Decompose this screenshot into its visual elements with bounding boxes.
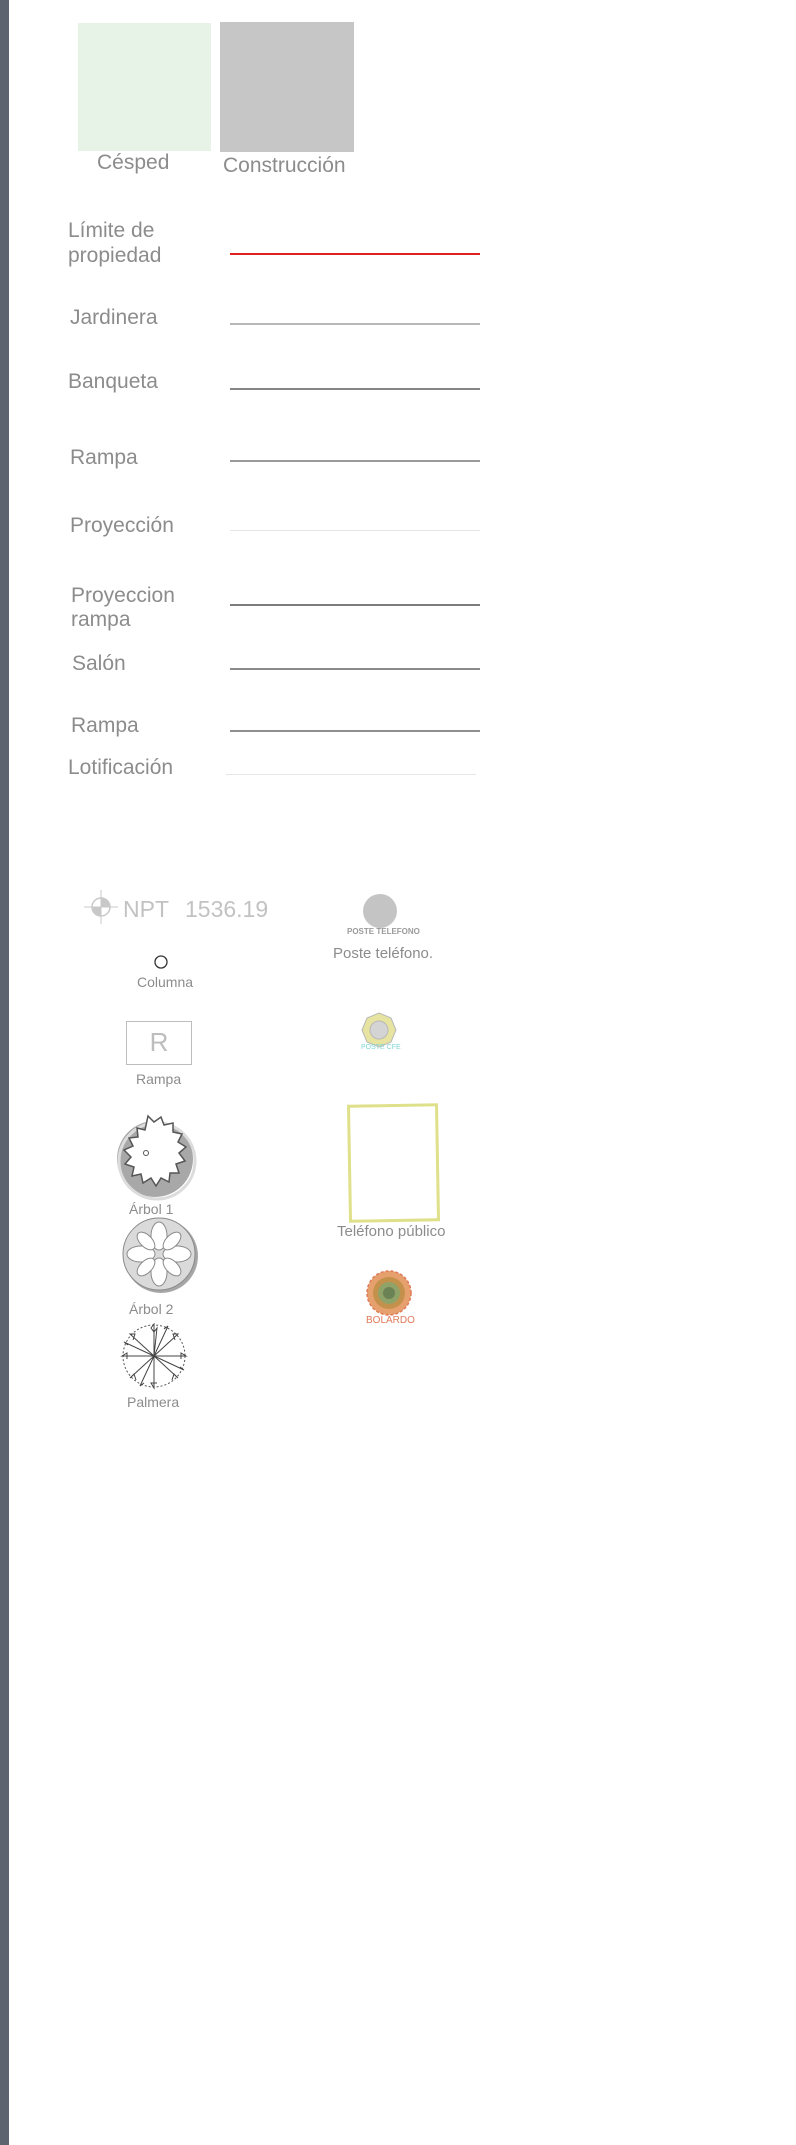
legend-line-rampa-1 [230, 460, 480, 462]
rampa-symbol-letter: R [149, 1027, 169, 1057]
arbol-1-icon [117, 1114, 197, 1201]
rampa-symbol-box: R [126, 1021, 192, 1065]
palmera-icon [120, 1322, 188, 1390]
legend-label-salon: Salón [72, 652, 126, 675]
telefono-publico-label: Teléfono público [337, 1223, 446, 1240]
left-border [0, 0, 9, 2145]
legend-line-salon [230, 668, 480, 670]
poste-cfe-caption: POSTE CFE [361, 1044, 401, 1051]
cesped-swatch [78, 23, 211, 151]
legend-label-jardinera: Jardinera [70, 306, 158, 329]
rampa-symbol-label: Rampa [136, 1071, 182, 1087]
legend-line-banqueta [230, 388, 480, 390]
arbol-2-icon [122, 1217, 198, 1293]
legend-label-lotificacion: Lotificación [68, 756, 174, 779]
npt-value: 1536.19 [185, 896, 269, 922]
legend-label-proyeccion: Proyección [70, 514, 174, 537]
poste-telefono-icon [363, 894, 397, 928]
legend-line-lotificacion [226, 774, 476, 775]
npt-prefix: NPT [123, 896, 169, 922]
legend-label-rampa-2: Rampa [71, 714, 139, 737]
poste-telefono-label: Poste teléfono. [333, 945, 434, 962]
arbol-2-label: Árbol 2 [129, 1301, 174, 1317]
poste-cfe-icon [361, 1012, 397, 1048]
construccion-swatch [220, 22, 354, 152]
bolardo-caption: BOLARDO [366, 1315, 415, 1326]
legend-label-limite: Límite de propiedad [68, 219, 162, 267]
bolardo-icon [366, 1270, 412, 1316]
legend-line-rampa-2 [230, 730, 480, 732]
columna-label: Columna [137, 974, 194, 990]
legend-line-jardinera [230, 323, 480, 325]
arbol-1-label: Árbol 1 [129, 1201, 174, 1217]
poste-telefono-caption: POSTE TELEFONO [347, 927, 420, 936]
palmera-label: Palmera [127, 1394, 180, 1410]
legend-line-limite [230, 253, 480, 255]
columna-icon [154, 955, 168, 969]
legend-label-banqueta: Banqueta [68, 370, 158, 393]
legend-label-proyeccion-rampa: Proyeccion rampa [71, 584, 175, 631]
cesped-label: Césped [97, 151, 170, 174]
npt-crosshair-icon [84, 890, 118, 924]
construccion-label: Construcción [223, 154, 346, 177]
telefono-publico-icon [346, 1103, 441, 1223]
legend-label-rampa-1: Rampa [70, 446, 138, 469]
legend-line-proyeccion-rampa [230, 604, 480, 606]
legend-line-proyeccion [230, 530, 480, 531]
